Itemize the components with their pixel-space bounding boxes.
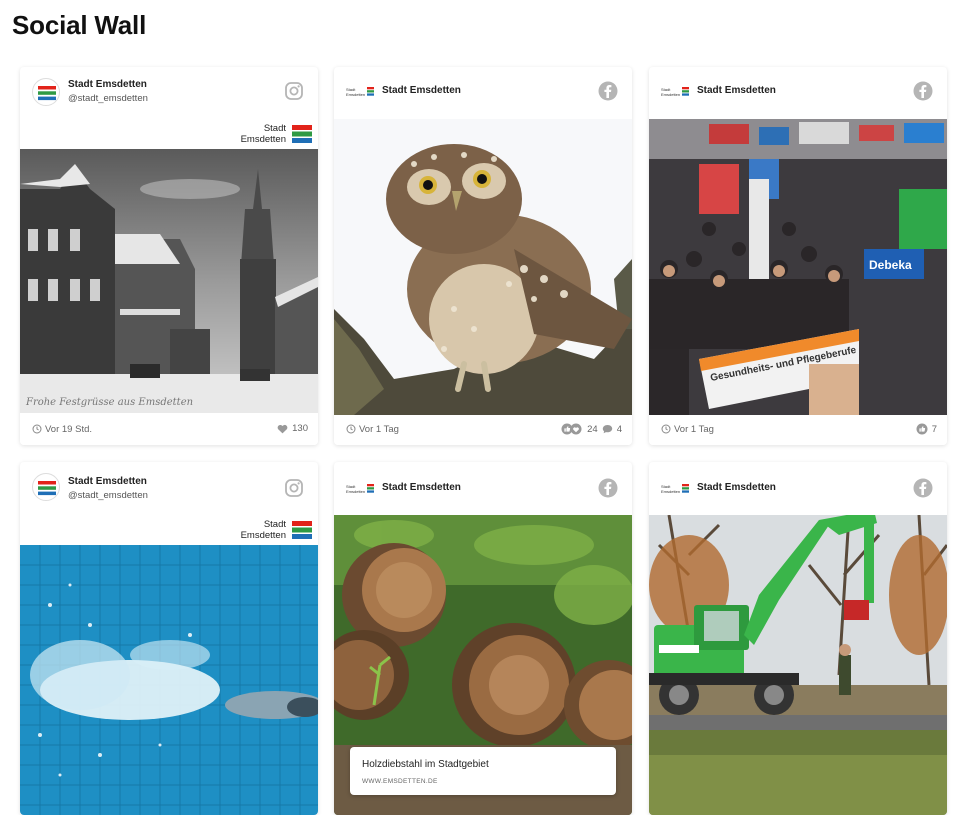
facebook-icon[interactable]	[598, 81, 618, 101]
post-time: Vor 1 Tag	[661, 424, 714, 435]
reaction-count: 24	[587, 423, 598, 435]
post-card[interactable]: Stadt Emsdetten Stadt Emsdetten Debeka G…	[649, 67, 947, 445]
link-domain: WWW.EMSDETTEN.DE	[362, 778, 438, 785]
reaction-count: 7	[931, 423, 937, 435]
brand-line-1: Stadt	[263, 519, 286, 530]
author-name[interactable]: Stadt Emsdetten	[697, 85, 776, 96]
avatar[interactable]: Stadt Emsdetten	[346, 482, 376, 496]
post-time-text: Vor 1 Tag	[674, 424, 714, 435]
avatar[interactable]: Stadt Emsdetten	[346, 85, 376, 99]
author-name[interactable]: Stadt Emsdetten	[697, 482, 776, 493]
post-image[interactable]: Frohe Festgrüsse aus Emsdetten	[20, 149, 318, 413]
avatar[interactable]: Stadt Emsdetten	[661, 482, 691, 496]
post-header: Stadt Emsdetten Stadt Emsdetten	[649, 67, 947, 117]
post-stats: 7	[916, 423, 937, 435]
post-time-text: Vor 1 Tag	[359, 424, 399, 435]
brand-overlay: Stadt Emsdetten	[20, 119, 318, 149]
like-count: 130	[292, 423, 308, 434]
svg-text:Frohe Festgrüsse aus Emsdetten: Frohe Festgrüsse aus Emsdetten	[25, 397, 193, 408]
instagram-icon[interactable]	[284, 81, 304, 101]
link-preview[interactable]: Holzdiebstahl im Stadtgebiet WWW.EMSDETT…	[350, 747, 616, 795]
post-header: Stadt Emsdetten Stadt Emsdetten	[649, 462, 947, 512]
post-time: Vor 19 Std.	[32, 424, 92, 435]
post-footer: Vor 19 Std. 130	[20, 415, 318, 445]
post-card[interactable]: Stadt Emsdetten Stadt Emsdetten	[649, 462, 947, 815]
facebook-icon[interactable]	[913, 478, 933, 498]
post-footer: Vor 1 Tag 24 4	[334, 415, 632, 445]
post-card[interactable]: Stadt Emsdetten Stadt Emsdetten	[334, 462, 632, 815]
post-footer: Vor 1 Tag 7	[649, 415, 947, 445]
post-stats: 130	[277, 423, 308, 434]
comment-icon[interactable]	[602, 424, 613, 434]
post-image[interactable]	[334, 119, 632, 415]
svg-text:Emsdetten: Emsdetten	[661, 92, 680, 97]
clock-icon	[346, 424, 356, 434]
post-stats: 24 4	[561, 423, 622, 435]
author-handle[interactable]: @stadt_emsdetten	[68, 490, 148, 501]
like-reaction-icon[interactable]	[916, 423, 928, 435]
post-header: Stadt Emsdetten @stadt_emsdetten	[20, 67, 318, 117]
avatar[interactable]: Stadt Emsdetten	[661, 85, 691, 99]
comment-count: 4	[616, 423, 622, 435]
link-title[interactable]: Holzdiebstahl im Stadtgebiet	[362, 759, 489, 770]
clock-icon	[32, 424, 42, 434]
avatar[interactable]	[32, 78, 60, 106]
svg-text:Emsdetten: Emsdetten	[661, 489, 680, 494]
svg-text:Debeka: Debeka	[869, 258, 912, 272]
clock-icon	[661, 424, 671, 434]
author-name[interactable]: Stadt Emsdetten	[68, 79, 147, 90]
svg-text:Emsdetten: Emsdetten	[346, 92, 365, 97]
post-image[interactable]: Debeka Gesundheits- und Pflegeberufe	[649, 119, 947, 415]
brand-line-1: Stadt	[263, 123, 286, 134]
emsdetten-logo-icon	[292, 520, 312, 540]
brand-overlay: Stadt Emsdetten	[20, 515, 318, 545]
post-time: Vor 1 Tag	[346, 424, 399, 435]
post-header: Stadt Emsdetten @stadt_emsdetten	[20, 462, 318, 512]
post-card[interactable]: Stadt Emsdetten @stadt_emsdetten Stadt E…	[20, 462, 318, 815]
post-header: Stadt Emsdetten Stadt Emsdetten	[334, 67, 632, 117]
post-image[interactable]	[20, 545, 318, 815]
post-card[interactable]: Stadt Emsdetten Stadt Emsdetten	[334, 67, 632, 445]
facebook-icon[interactable]	[598, 478, 618, 498]
author-handle[interactable]: @stadt_emsdetten	[68, 93, 148, 104]
brand-line-2: Emsdetten	[240, 134, 286, 145]
reactions-icon[interactable]	[561, 423, 583, 435]
page-title: Social Wall	[12, 10, 147, 40]
emsdetten-logo-icon	[292, 124, 312, 144]
post-header: Stadt Emsdetten Stadt Emsdetten	[334, 462, 632, 512]
author-name[interactable]: Stadt Emsdetten	[382, 482, 461, 493]
facebook-icon[interactable]	[913, 81, 933, 101]
svg-text:Emsdetten: Emsdetten	[346, 489, 365, 494]
post-time-text: Vor 19 Std.	[45, 424, 93, 435]
brand-line-2: Emsdetten	[240, 530, 286, 541]
author-name[interactable]: Stadt Emsdetten	[68, 476, 147, 487]
avatar[interactable]	[32, 473, 60, 501]
post-image[interactable]	[649, 515, 947, 815]
heart-icon[interactable]	[277, 424, 288, 434]
post-card[interactable]: Stadt Emsdetten @stadt_emsdetten Stadt E…	[20, 67, 318, 445]
author-name[interactable]: Stadt Emsdetten	[382, 85, 461, 96]
instagram-icon[interactable]	[284, 478, 304, 498]
